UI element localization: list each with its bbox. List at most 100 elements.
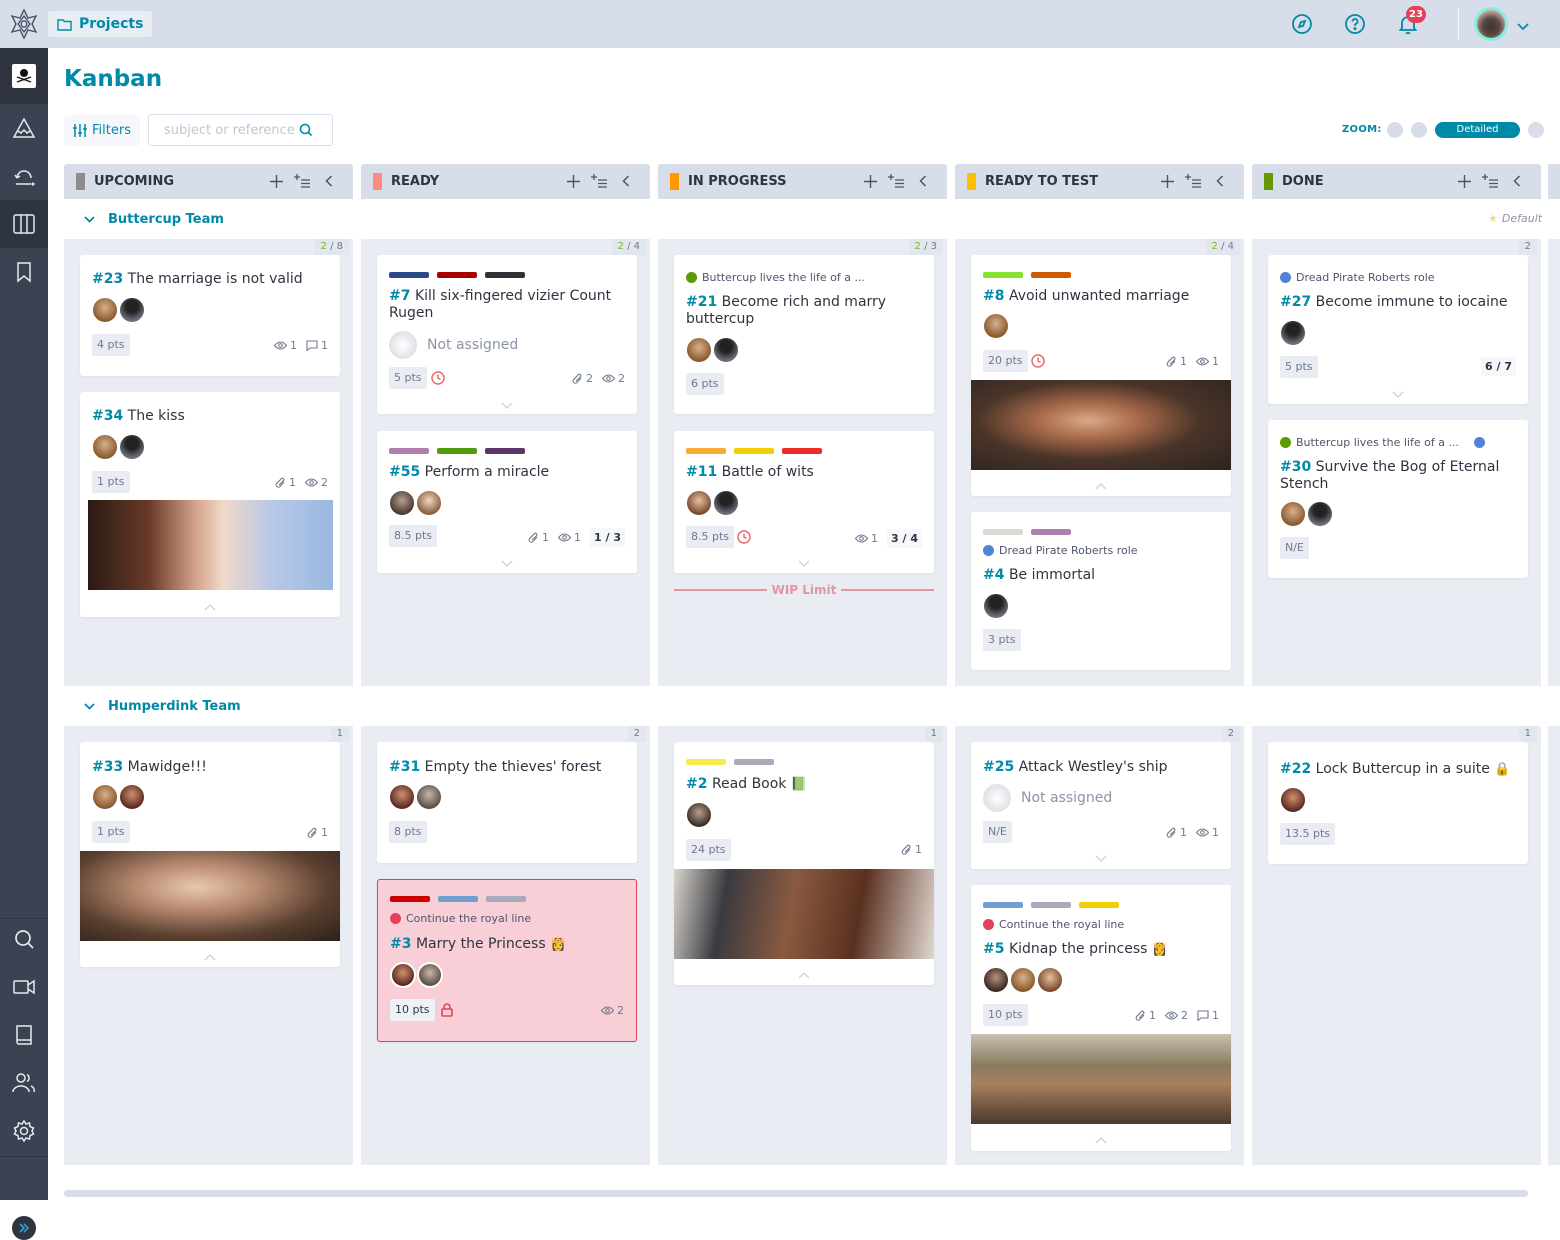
filters-button[interactable]: Filters — [64, 115, 140, 146]
card-55[interactable]: #55 Perform a miracle 8.5 pts 1 1 1 / 3 — [377, 431, 637, 573]
card-epic[interactable]: Dread Pirate Roberts role — [1280, 271, 1435, 284]
card-cover-image[interactable] — [674, 869, 934, 959]
sidebar-item-project[interactable] — [0, 48, 48, 104]
avatar[interactable] — [1037, 967, 1063, 993]
card-epic[interactable]: Continue the royal line — [983, 918, 1124, 931]
sidebar-item-sprints[interactable] — [0, 152, 48, 200]
avatar[interactable] — [1280, 787, 1306, 813]
search-input[interactable] — [164, 122, 299, 138]
card-cover-image[interactable] — [88, 500, 333, 590]
collapse-chevron-icon[interactable] — [798, 971, 810, 979]
sidebar-item-epics[interactable] — [0, 104, 48, 152]
avatar[interactable] — [119, 434, 145, 460]
add-card-icon[interactable] — [267, 172, 285, 190]
user-avatar[interactable] — [1474, 7, 1508, 41]
card-epic[interactable]: Dread Pirate Roberts role — [983, 544, 1138, 557]
card-34[interactable]: #34 The kiss 1 pts 1 2 — [80, 392, 340, 617]
expand-chevron-icon[interactable] — [501, 560, 513, 568]
sidebar-item-search[interactable] — [0, 915, 48, 963]
card-cover-image[interactable] — [80, 851, 340, 941]
card-2[interactable]: #2 Read Book 📗 24 pts 1 — [674, 742, 934, 985]
avatar[interactable] — [1307, 501, 1333, 527]
card-33[interactable]: #33 Mawidge!!! 1 pts 1 — [80, 742, 340, 967]
avatar[interactable] — [1010, 967, 1036, 993]
not-assigned[interactable]: Not assigned — [389, 331, 518, 359]
bulk-add-icon[interactable] — [1481, 172, 1499, 190]
card-27[interactable]: Dread Pirate Roberts role #27 Become imm… — [1268, 255, 1528, 404]
collapse-column-chevron-icon[interactable] — [617, 172, 635, 190]
avatar[interactable] — [713, 337, 739, 363]
card-31[interactable]: #31 Empty the thieves' forest 8 pts — [377, 742, 637, 863]
avatar[interactable] — [1280, 320, 1306, 346]
search-icon[interactable] — [299, 123, 313, 137]
avatar[interactable] — [119, 784, 145, 810]
add-card-icon[interactable] — [564, 172, 582, 190]
avatar[interactable] — [686, 802, 712, 828]
taiga-logo-icon[interactable] — [6, 6, 42, 42]
sidebar-item-kanban[interactable] — [0, 200, 48, 248]
avatar[interactable] — [417, 962, 443, 988]
card-21[interactable]: Buttercup lives the life of a ... #21 Be… — [674, 255, 934, 414]
sidebar-item-wiki[interactable] — [0, 1011, 48, 1059]
collapse-column-chevron-icon[interactable] — [320, 172, 338, 190]
avatar[interactable] — [983, 313, 1009, 339]
card-epic[interactable]: Continue the royal line — [390, 912, 531, 925]
notifications-button[interactable]: 23 — [1396, 6, 1426, 36]
sidebar-item-settings[interactable] — [0, 1107, 48, 1155]
card-25[interactable]: #25 Attack Westley's ship Not assigned N… — [971, 742, 1231, 869]
sidebar-item-team[interactable] — [0, 1059, 48, 1107]
avatar[interactable] — [390, 962, 416, 988]
card-23[interactable]: #23 The marriage is not valid 4 pts 1 1 — [80, 255, 340, 376]
card-5[interactable]: Continue the royal line #5 Kidnap the pr… — [971, 885, 1231, 1151]
collapse-column-chevron-icon[interactable] — [1508, 172, 1526, 190]
compass-icon[interactable] — [1290, 12, 1314, 36]
projects-button[interactable]: Projects — [48, 11, 153, 37]
avatar[interactable] — [983, 593, 1009, 619]
swimlane-toggle-buttercup[interactable]: Buttercup Team — [84, 212, 224, 227]
horizontal-scrollbar[interactable] — [64, 1190, 1528, 1197]
add-card-icon[interactable] — [1455, 172, 1473, 190]
avatar[interactable] — [389, 490, 415, 516]
avatar[interactable] — [92, 297, 118, 323]
card-8[interactable]: #8 Avoid unwanted marriage 20 pts 1 1 — [971, 255, 1231, 496]
help-icon[interactable] — [1343, 12, 1367, 36]
card-cover-image[interactable] — [971, 380, 1231, 470]
zoom-level-4[interactable] — [1528, 122, 1544, 138]
zoom-level-detailed[interactable]: Detailed — [1435, 122, 1520, 138]
card-7[interactable]: #7 Kill six-fingered vizier Count Rugen … — [377, 255, 637, 414]
avatar[interactable] — [1280, 501, 1306, 527]
card-4[interactable]: Dread Pirate Roberts role #4 Be immortal… — [971, 512, 1231, 670]
expand-chevron-icon[interactable] — [501, 402, 513, 410]
bulk-add-icon[interactable] — [293, 172, 311, 190]
collapse-column-chevron-icon[interactable] — [1211, 172, 1229, 190]
bulk-add-icon[interactable] — [887, 172, 905, 190]
avatar[interactable] — [119, 297, 145, 323]
zoom-level-2[interactable] — [1411, 122, 1427, 138]
zoom-level-1[interactable] — [1387, 122, 1403, 138]
card-22[interactable]: #22 Lock Buttercup in a suite 🔒 13.5 pts — [1268, 742, 1528, 864]
avatar[interactable] — [686, 337, 712, 363]
expand-chevron-icon[interactable] — [1095, 855, 1107, 863]
avatar[interactable] — [416, 784, 442, 810]
collapse-chevron-icon[interactable] — [204, 953, 216, 961]
card-11[interactable]: #11 Battle of wits 8.5 pts 1 3 / 4 — [674, 431, 934, 573]
avatar[interactable] — [983, 967, 1009, 993]
bulk-add-icon[interactable] — [1184, 172, 1202, 190]
collapse-chevron-icon[interactable] — [1095, 1136, 1107, 1144]
avatar[interactable] — [92, 784, 118, 810]
collapse-chevron-icon[interactable] — [204, 603, 216, 611]
avatar[interactable] — [92, 434, 118, 460]
card-epic[interactable]: Buttercup lives the life of a ... — [1280, 436, 1485, 449]
avatar[interactable] — [713, 490, 739, 516]
swimlane-toggle-humperdink[interactable]: Humperdink Team — [84, 699, 241, 714]
bulk-add-icon[interactable] — [590, 172, 608, 190]
avatar[interactable] — [389, 784, 415, 810]
card-epic[interactable]: Buttercup lives the life of a ... — [686, 271, 865, 284]
user-menu-chevron-icon[interactable] — [1516, 16, 1530, 35]
add-card-icon[interactable] — [861, 172, 879, 190]
card-cover-image[interactable] — [971, 1034, 1231, 1124]
collapse-column-chevron-icon[interactable] — [914, 172, 932, 190]
avatar[interactable] — [686, 490, 712, 516]
avatar[interactable] — [416, 490, 442, 516]
expand-chevron-icon[interactable] — [1392, 391, 1404, 399]
